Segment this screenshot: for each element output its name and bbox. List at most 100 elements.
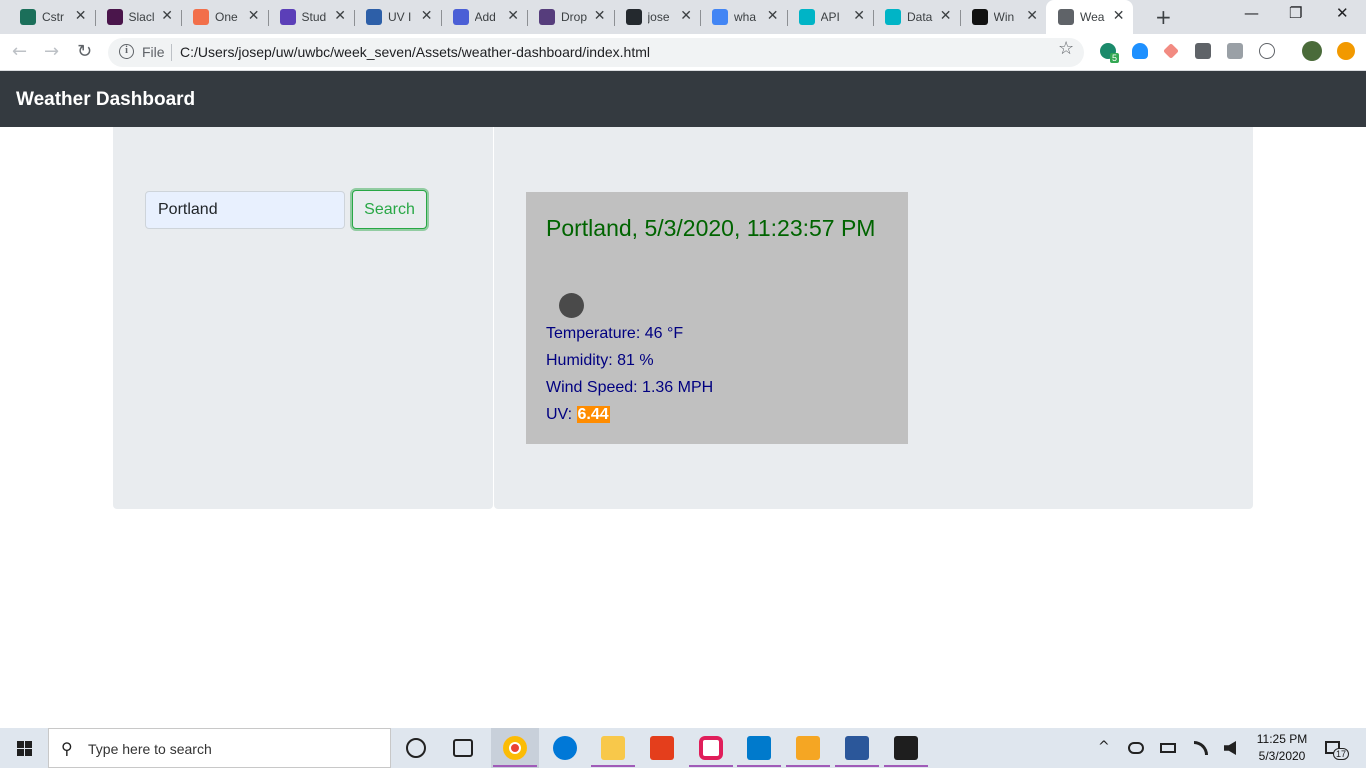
onedrive-icon[interactable] [1128, 742, 1144, 754]
tab-title: jose [647, 10, 670, 24]
profile-avatar[interactable] [1302, 41, 1322, 61]
back-button[interactable]: ← [12, 41, 27, 62]
help-extension-icon[interactable] [1195, 43, 1211, 59]
tab-close-icon[interactable]: ✕ [1026, 8, 1038, 24]
chrome-icon[interactable] [503, 736, 527, 760]
word-running-indicator [835, 765, 879, 767]
address-bar[interactable]: i File C:/Users/josep/uw/uwbc/week_seven… [108, 38, 1084, 67]
cortana-icon[interactable] [406, 738, 426, 758]
vscode-icon[interactable] [747, 736, 771, 760]
forward-button[interactable]: → [44, 41, 59, 62]
new-tab-button[interactable]: + [1155, 5, 1172, 29]
info-icon[interactable]: i [119, 44, 134, 59]
terminal-running-indicator [884, 765, 928, 767]
browser-tab[interactable]: Win ✕ [960, 4, 1047, 30]
city-search-input[interactable] [145, 191, 345, 229]
weather-icon [559, 293, 584, 318]
reload-button[interactable]: ↻ [77, 41, 92, 62]
tab-close-icon[interactable]: ✕ [767, 8, 779, 24]
window-close-button[interactable]: ✕ [1336, 4, 1349, 22]
tab-title: Stud [301, 10, 327, 24]
tab-close-icon[interactable]: ✕ [421, 8, 433, 24]
tab-close-icon[interactable]: ✕ [940, 8, 952, 24]
chrome-running-indicator [493, 765, 537, 767]
extension-badge: 5 [1110, 53, 1120, 63]
edge-icon[interactable] [553, 736, 577, 760]
tab-favicon-icon [539, 9, 555, 25]
browser-tab[interactable]: Stud ✕ [268, 4, 355, 30]
browser-tab-strip: Cstr ✕ Slacl ✕ One ✕ Stud ✕ UV I ✕ Add ✕ Drop ✕ jose ✕ w… [0, 0, 1366, 34]
tab-favicon-icon [452, 9, 469, 25]
tab-title: Slacl [128, 10, 155, 24]
start-button[interactable] [0, 728, 48, 768]
minimize-button[interactable]: — [1244, 4, 1259, 22]
tab-close-icon[interactable]: ✕ [75, 8, 87, 24]
weather-panel: Portland, 5/3/2020, 11:23:57 PM Temperat… [494, 127, 1253, 509]
uv-index-badge: 6.44 [576, 406, 610, 423]
tab-close-icon[interactable]: ✕ [853, 8, 865, 24]
arrow-extension-icon[interactable] [1163, 43, 1179, 59]
browser-tab[interactable]: Wea ✕ [1046, 0, 1133, 34]
browser-tab[interactable]: API ✕ [787, 4, 874, 30]
wifi-icon[interactable] [1194, 741, 1208, 755]
pdf-extension-icon[interactable] [1227, 43, 1243, 59]
browser-tab[interactable]: UV I ✕ [354, 4, 442, 30]
terminal-icon[interactable] [894, 736, 918, 760]
tab-title: API [820, 10, 840, 24]
tab-close-icon[interactable]: ✕ [680, 8, 692, 24]
tab-favicon-icon [1058, 9, 1074, 25]
search-panel: Search [113, 127, 493, 509]
tab-close-icon[interactable]: ✕ [334, 8, 346, 24]
browser-tab[interactable]: Cstr ✕ [8, 4, 96, 30]
tab-favicon-icon [20, 9, 36, 25]
battery-icon[interactable] [1160, 743, 1176, 753]
update-badge-icon[interactable] [1337, 42, 1355, 60]
taskbar-search-box[interactable]: ⚲ Type here to search [48, 728, 391, 768]
humidity-text: Humidity: 81 % [546, 352, 654, 369]
browser-tab[interactable]: Data ✕ [873, 4, 961, 30]
tab-close-icon[interactable]: ✕ [161, 8, 173, 24]
code-extension-icon[interactable] [1259, 43, 1275, 59]
search-button[interactable]: Search [352, 190, 427, 229]
tab-title: Add [474, 10, 496, 24]
volume-icon[interactable] [1224, 741, 1236, 755]
media-player-icon[interactable] [796, 736, 820, 760]
url-text[interactable]: C:/Users/josep/uw/uwbc/week_seven/Assets… [180, 44, 650, 60]
windows-logo-icon-part [25, 741, 32, 748]
browser-toolbar: ← → ↻ i File C:/Users/josep/uw/uwbc/week… [0, 34, 1366, 71]
browser-tab[interactable]: Add ✕ [441, 4, 528, 30]
restore-button[interactable]: ❐ [1289, 4, 1302, 22]
browser-tab[interactable]: Slacl ✕ [95, 4, 182, 30]
tab-favicon-icon [971, 9, 988, 25]
clock-date[interactable]: 5/3/2020 [1254, 749, 1310, 763]
tab-title: Cstr [42, 10, 64, 24]
browser-tab[interactable]: Drop ✕ [527, 4, 615, 30]
uv-label: UV: [546, 406, 577, 423]
cloud-extension-icon[interactable] [1132, 43, 1148, 59]
tab-close-icon[interactable]: ✕ [507, 8, 519, 24]
taskbar-search-placeholder[interactable]: Type here to search [88, 741, 212, 757]
tray-overflow-icon[interactable]: ^ [1098, 739, 1110, 755]
office-icon[interactable] [650, 736, 674, 760]
clock-time[interactable]: 11:25 PM [1254, 732, 1310, 746]
navbar-brand[interactable]: Weather Dashboard [16, 89, 195, 111]
uv-index-row: UV: 6.44 [546, 406, 610, 424]
search-icon: ⚲ [61, 739, 73, 758]
tab-title: Drop [561, 10, 588, 24]
file-explorer-icon[interactable] [601, 736, 625, 760]
tab-close-icon[interactable]: ✕ [248, 8, 260, 24]
slack-icon[interactable] [699, 736, 723, 760]
tab-close-icon[interactable]: ✕ [594, 8, 606, 24]
tab-title: Win [993, 10, 1015, 24]
tab-close-icon[interactable]: ✕ [1113, 8, 1125, 24]
browser-tab[interactable]: wha ✕ [700, 4, 788, 30]
temperature-text: Temperature: 46 °F [546, 325, 684, 342]
tab-title: UV I [388, 10, 412, 24]
bookmark-star-icon[interactable]: ☆ [1058, 38, 1074, 59]
browser-tab[interactable]: One ✕ [181, 4, 269, 30]
word-icon[interactable] [845, 736, 869, 760]
task-view-icon[interactable] [453, 739, 473, 757]
tab-favicon-icon [798, 9, 815, 25]
tab-favicon-icon [193, 9, 209, 25]
browser-tab[interactable]: jose ✕ [614, 4, 701, 30]
